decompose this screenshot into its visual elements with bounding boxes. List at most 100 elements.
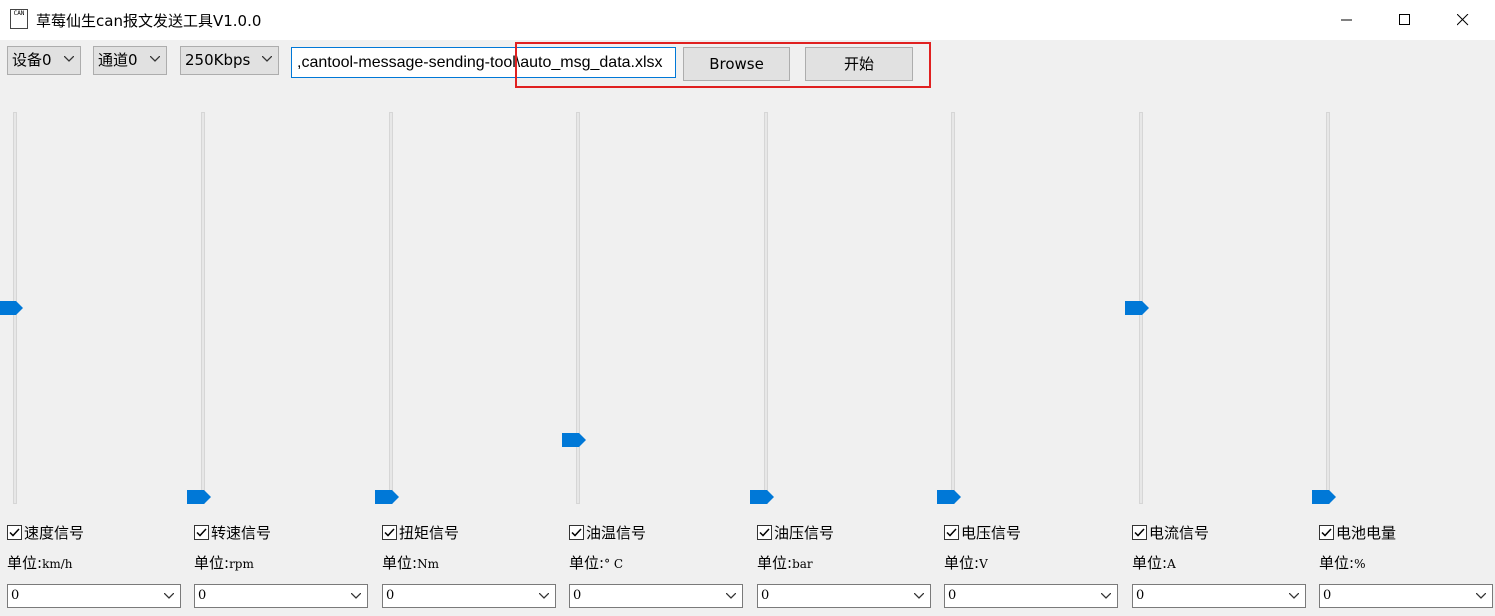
slider-track[interactable]: [1326, 112, 1330, 504]
minimize-icon: [1341, 19, 1352, 21]
signal-value-select[interactable]: 0: [757, 584, 931, 608]
baudrate-select[interactable]: 250Kbps: [180, 46, 279, 75]
window-title: 草莓仙生can报文发送工具V1.0.0: [36, 12, 262, 30]
slider-thumb[interactable]: [0, 301, 23, 315]
file-path-input[interactable]: ,cantool-message-sending-tool\auto_msg_d…: [291, 47, 676, 78]
channel-select[interactable]: 通道0: [93, 46, 167, 75]
signal-name: 电流信号: [1149, 524, 1210, 542]
unit-label: 单位:: [1319, 554, 1355, 572]
unit-value: bar: [792, 557, 813, 571]
title-bar: CAN 草莓仙生can报文发送工具V1.0.0: [0, 0, 1495, 40]
signal-value-select[interactable]: 0: [1319, 584, 1493, 608]
signal-unit: 单位:A: [1132, 554, 1176, 573]
minimize-button[interactable]: [1324, 0, 1370, 40]
signal-slider[interactable]: [1125, 112, 1157, 506]
slider-thumb[interactable]: [187, 490, 211, 504]
signal-unit: 单位:V: [944, 554, 988, 573]
signal-slider[interactable]: [562, 112, 594, 506]
browse-button[interactable]: Browse: [683, 47, 790, 81]
chevron-down-icon: [1476, 593, 1486, 599]
chevron-down-icon: [351, 593, 361, 599]
signal-value: 0: [1136, 588, 1145, 603]
signal-value-select[interactable]: 0: [569, 584, 743, 608]
checkbox-icon[interactable]: [382, 525, 397, 540]
signal-unit: 单位:bar: [757, 554, 813, 573]
signal-checkbox[interactable]: 油温信号: [569, 524, 646, 542]
checkbox-icon[interactable]: [569, 525, 584, 540]
checkbox-icon[interactable]: [944, 525, 959, 540]
signal-unit: 单位:%: [1319, 554, 1365, 573]
app-icon: CAN: [10, 9, 28, 29]
signal-checkbox[interactable]: 电池电量: [1319, 524, 1396, 542]
signal-value-select[interactable]: 0: [944, 584, 1118, 608]
unit-value: Nm: [417, 557, 439, 571]
signal-unit: 单位:Nm: [382, 554, 439, 573]
signal-value-select[interactable]: 0: [194, 584, 368, 608]
unit-value: A: [1167, 557, 1176, 571]
signal-name: 电压信号: [961, 524, 1022, 542]
signal-slider[interactable]: [187, 112, 219, 506]
signal-name: 扭矩信号: [399, 524, 460, 542]
unit-label: 单位:: [194, 554, 230, 572]
signal-checkbox[interactable]: 扭矩信号: [382, 524, 459, 542]
bottom-strip: [0, 609, 1495, 616]
unit-value: %: [1354, 557, 1366, 571]
signal-value-select[interactable]: 0: [382, 584, 556, 608]
signal-slider[interactable]: [1312, 112, 1344, 506]
signal-slider[interactable]: [937, 112, 969, 506]
signal-checkbox[interactable]: 转速信号: [194, 524, 271, 542]
checkbox-icon[interactable]: [1319, 525, 1334, 540]
unit-value: rpm: [229, 557, 254, 571]
signal-checkbox[interactable]: 电压信号: [944, 524, 1021, 542]
signal-checkbox[interactable]: 电流信号: [1132, 524, 1209, 542]
signal-name: 速度信号: [24, 524, 85, 542]
signal-slider[interactable]: [0, 112, 31, 506]
signal-value: 0: [386, 588, 395, 603]
baudrate-select-value: 250Kbps: [185, 51, 251, 69]
slider-thumb[interactable]: [1312, 490, 1336, 504]
signal-slider[interactable]: [750, 112, 782, 506]
signal-name: 油压信号: [774, 524, 835, 542]
chevron-down-icon: [726, 593, 736, 599]
signal-checkbox[interactable]: 油压信号: [757, 524, 834, 542]
chevron-down-icon: [539, 593, 549, 599]
unit-value: V: [979, 557, 988, 571]
slider-thumb[interactable]: [375, 490, 399, 504]
signal-value: 0: [761, 588, 770, 603]
unit-label: 单位:: [7, 554, 43, 572]
checkbox-icon[interactable]: [1132, 525, 1147, 540]
slider-thumb[interactable]: [1125, 301, 1149, 315]
signal-name: 油温信号: [586, 524, 647, 542]
chevron-down-icon: [164, 593, 174, 599]
signal-value-select[interactable]: 0: [1132, 584, 1306, 608]
signal-value: 0: [11, 588, 20, 603]
close-button[interactable]: [1440, 0, 1486, 40]
slider-thumb[interactable]: [562, 433, 586, 447]
slider-track[interactable]: [764, 112, 768, 504]
signal-value: 0: [573, 588, 582, 603]
checkbox-icon[interactable]: [194, 525, 209, 540]
checkbox-icon[interactable]: [7, 525, 22, 540]
signal-value: 0: [948, 588, 957, 603]
maximize-button[interactable]: [1382, 0, 1428, 40]
slider-track[interactable]: [951, 112, 955, 504]
close-icon: [1457, 14, 1469, 26]
slider-track[interactable]: [389, 112, 393, 504]
device-select[interactable]: 设备0: [7, 46, 81, 75]
slider-track[interactable]: [201, 112, 205, 504]
unit-value: km/h: [42, 557, 73, 571]
channel-select-value: 通道0: [98, 51, 138, 69]
signal-value: 0: [1323, 588, 1332, 603]
signal-name: 转速信号: [211, 524, 272, 542]
signal-value-select[interactable]: 0: [7, 584, 181, 608]
signal-slider[interactable]: [375, 112, 407, 506]
chevron-down-icon: [1289, 593, 1299, 599]
unit-label: 单位:: [382, 554, 418, 572]
chevron-down-icon: [150, 56, 160, 62]
unit-value: ° C: [604, 557, 624, 571]
start-button[interactable]: 开始: [805, 47, 913, 81]
slider-thumb[interactable]: [937, 490, 961, 504]
slider-thumb[interactable]: [750, 490, 774, 504]
signal-checkbox[interactable]: 速度信号: [7, 524, 84, 542]
checkbox-icon[interactable]: [757, 525, 772, 540]
